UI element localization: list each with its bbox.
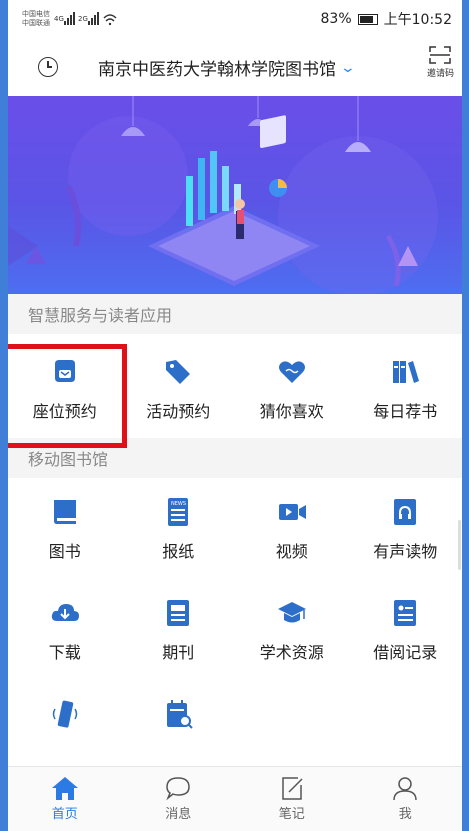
banner[interactable] (8, 96, 462, 294)
heart-icon (278, 361, 305, 383)
activity-reservation-label: 活动预约 (146, 402, 211, 421)
audiobook-label: 有声读物 (373, 542, 438, 561)
journal-button[interactable]: 期刊 (122, 579, 236, 680)
download-button[interactable]: 下载 (8, 579, 122, 680)
graduation-cap-icon (277, 602, 306, 623)
newspaper-button[interactable]: NEWS 报纸 (122, 478, 236, 579)
svg-text:4G: 4G (54, 15, 64, 23)
tab-notes-label: 笔记 (278, 807, 305, 822)
clock-time: 上午10:52 (383, 12, 452, 28)
signal-icon: 4G 2G (54, 12, 117, 26)
cloud-download-icon (51, 604, 79, 621)
message-icon (166, 777, 191, 801)
journal-label: 期刊 (162, 643, 195, 662)
chevron-down-icon: ⌄ (339, 59, 357, 76)
academic-resources-button[interactable]: 学术资源 (235, 579, 349, 680)
highlight-box (8, 344, 127, 448)
newspaper-icon: NEWS (168, 498, 189, 526)
mobile-library-grid: 图书 NEWS 报纸 视频 有声读物 下载 期刊 学术资源 借阅记录 (8, 478, 462, 781)
library-title: 南京中医药大学翰林学院图书馆 (98, 60, 336, 80)
activity-reservation-button[interactable]: 活动预约 (122, 334, 236, 438)
home-icon (51, 777, 78, 800)
journal-icon (167, 600, 190, 626)
section-header-services: 智慧服务与读者应用 (8, 294, 462, 334)
tag-icon (166, 360, 191, 384)
tab-home-label: 首页 (51, 807, 78, 822)
note-icon (282, 777, 303, 800)
status-bar: 中国电信 中国联通 4G 2G 83% 上午10:52 (8, 0, 462, 38)
video-button[interactable]: 视频 (235, 478, 349, 579)
tab-me-label: 我 (398, 807, 412, 822)
tab-messages[interactable]: 消息 (122, 767, 236, 831)
video-icon (278, 504, 306, 520)
carrier-2: 中国联通 (22, 19, 50, 27)
carrier-1: 中国电信 (22, 10, 50, 18)
invite-label: 邀请码 (426, 69, 454, 79)
status-right: 83% 上午10:52 (321, 9, 452, 29)
banner-illustration (8, 96, 438, 294)
daily-book-label: 每日荐书 (373, 402, 438, 421)
battery-icon (357, 13, 378, 25)
tab-me[interactable]: 我 (349, 767, 463, 831)
audiobook-icon (394, 499, 417, 525)
download-label: 下载 (48, 643, 81, 662)
svg-text:2G: 2G (78, 15, 88, 23)
battery-percent: 83% (320, 11, 352, 27)
books-button[interactable]: 图书 (8, 478, 122, 579)
newspaper-label: 报纸 (162, 542, 195, 561)
scrollbar[interactable] (458, 520, 461, 570)
tab-notes[interactable]: 笔记 (235, 767, 349, 831)
app-screen: 中国电信 中国联通 4G 2G 83% 上午10:52 南京中医药大学翰林学院图… (8, 0, 462, 831)
carrier-names: 中国电信 中国联通 (22, 10, 50, 28)
signal-area: 中国电信 中国联通 4G 2G (22, 10, 118, 28)
library-selector[interactable]: 南京中医药大学翰林学院图书馆 ⌄ (98, 55, 357, 81)
phone-vibrate-icon (52, 700, 77, 728)
recommend-button[interactable]: 猜你喜欢 (235, 334, 349, 438)
borrow-record-icon (394, 600, 417, 626)
audiobook-button[interactable]: 有声读物 (349, 478, 463, 579)
borrow-record-label: 借阅记录 (373, 643, 438, 662)
user-icon (393, 777, 417, 801)
video-label: 视频 (275, 542, 308, 561)
svg-text:NEWS: NEWS (171, 501, 186, 507)
invite-code-button[interactable]: 邀请码 (427, 46, 454, 79)
tab-messages-label: 消息 (165, 807, 192, 822)
title-bar: 南京中医药大学翰林学院图书馆 ⌄ 邀请码 (8, 38, 462, 96)
scan-icon (429, 46, 452, 64)
borrow-record-button[interactable]: 借阅记录 (349, 579, 463, 680)
tab-home[interactable]: 首页 (8, 767, 122, 831)
bottom-tab-bar: 首页 消息 笔记 我 (8, 766, 462, 831)
books-label: 图书 (48, 542, 81, 561)
daily-book-button[interactable]: 每日荐书 (349, 334, 463, 438)
book-icon (53, 500, 76, 524)
academic-resources-label: 学术资源 (259, 643, 324, 662)
calendar-search-icon (167, 700, 193, 729)
books-icon (393, 361, 420, 383)
history-icon[interactable] (38, 57, 58, 77)
recommend-label: 猜你喜欢 (259, 402, 324, 421)
